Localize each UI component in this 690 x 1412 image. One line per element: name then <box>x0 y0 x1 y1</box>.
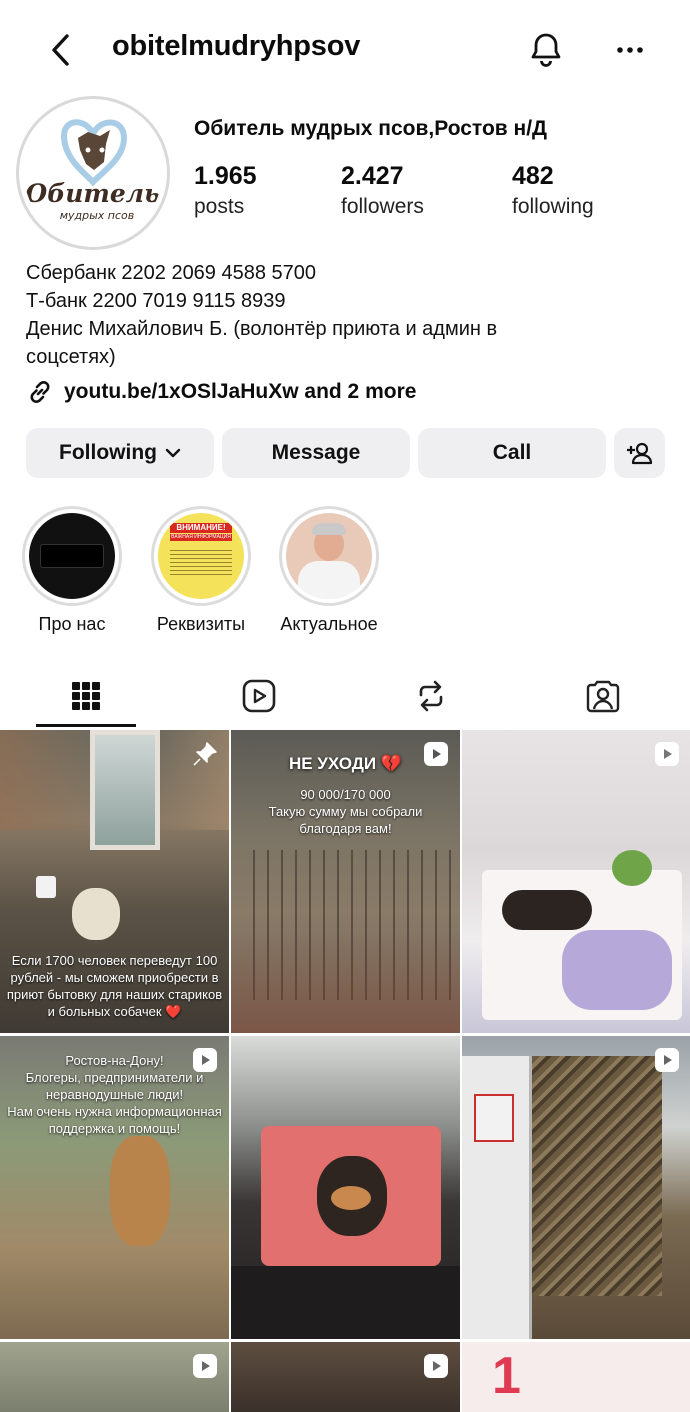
post-thumbnail[interactable]: НЕ УХОДИ 💔 90 000/170 000 Такую сумму мы… <box>231 730 460 1033</box>
tagged-person-icon <box>586 680 620 713</box>
call-button-label: Call <box>492 441 532 464</box>
highlight-label: Актуальное <box>280 614 378 634</box>
pin-icon <box>191 740 219 768</box>
stat-followers-value: 2.427 <box>341 162 404 190</box>
post-big-number: 1 <box>492 1347 521 1405</box>
reel-icon <box>422 1352 450 1380</box>
tab-reposts[interactable] <box>381 664 481 728</box>
highlight-ring: ВНИМАНИЕ! ВАЖНАЯ ИНФОРМАЦИЯ <box>151 506 251 606</box>
post-thumbnail[interactable]: Ростов-на-Дону! Блогеры, предприниматели… <box>0 1036 229 1339</box>
stat-followers[interactable]: 2.427 followers <box>341 162 424 219</box>
post-thumbnail[interactable] <box>0 1342 229 1412</box>
highlight-cover <box>29 513 115 599</box>
highlight-ring <box>22 506 122 606</box>
bio-link[interactable]: youtu.be/1xOSlJaHuXw and 2 more <box>26 378 416 406</box>
highlight-label: Про нас <box>38 614 106 634</box>
add-person-icon <box>626 442 652 465</box>
suggested-users-button[interactable] <box>614 428 665 478</box>
message-button-label: Message <box>271 441 361 464</box>
reel-icon <box>653 1046 681 1074</box>
link-icon <box>30 381 50 403</box>
post-caption: Ростов-на-Дону! Блогеры, предприниматели… <box>7 1053 222 1136</box>
shelter-logo: Обитель мудрых псов <box>24 104 162 242</box>
stat-posts-value: 1.965 <box>194 162 257 190</box>
bell-icon <box>531 33 561 67</box>
top-bar: obitelmudryhpsov <box>0 0 690 100</box>
repost-icon <box>419 680 443 712</box>
highlight-banner-sub: ВАЖНАЯ ИНФОРМАЦИЯ <box>170 534 232 541</box>
active-tab-indicator <box>36 724 136 727</box>
stat-following[interactable]: 482 following <box>512 162 594 219</box>
bio-line: Т-банк 2200 7019 9115 8939 <box>26 290 286 312</box>
following-button-label: Following <box>59 441 157 464</box>
highlight-banner: ВНИМАНИЕ! <box>170 523 232 533</box>
bio-line: Денис Михайлович Б. (волонтёр приюта и а… <box>26 318 498 340</box>
post-thumbnail[interactable] <box>231 1036 460 1339</box>
bio: Сбербанк 2202 2069 4588 5700 Т-банк 2200… <box>26 259 666 371</box>
post-thumbnail[interactable] <box>231 1342 460 1412</box>
reel-icon <box>653 740 681 768</box>
post-thumbnail[interactable]: Если 1700 человек переведут 100 рублей -… <box>0 730 229 1033</box>
bio-line: Сбербанк 2202 2069 4588 5700 <box>26 262 317 284</box>
more-options-button[interactable] <box>608 28 652 72</box>
post-thumbnail[interactable] <box>462 1036 690 1339</box>
stat-posts-label: posts <box>194 195 245 218</box>
more-horizontal-icon <box>617 47 643 53</box>
post-title: НЕ УХОДИ 💔 <box>288 754 403 773</box>
post-caption: 90 000/170 000 Такую сумму мы собрали бл… <box>268 787 423 836</box>
stat-following-value: 482 <box>512 162 554 190</box>
highlight-cover: ВНИМАНИЕ! ВАЖНАЯ ИНФОРМАЦИЯ <box>158 513 244 599</box>
post-thumbnail[interactable]: 1 <box>462 1342 690 1412</box>
chevron-left-icon <box>52 34 69 66</box>
highlight-label: Реквизиты <box>156 614 246 634</box>
stat-posts[interactable]: 1.965 posts <box>194 162 257 219</box>
chevron-down-icon <box>165 448 181 458</box>
highlight-about[interactable]: Про нас <box>7 506 137 635</box>
notifications-button[interactable] <box>524 28 568 72</box>
stat-followers-label: followers <box>341 195 424 218</box>
profile-username: obitelmudryhpsov <box>112 30 361 62</box>
tab-posts-grid[interactable] <box>36 664 136 728</box>
stat-following-label: following <box>512 195 594 218</box>
call-button[interactable]: Call <box>418 428 606 478</box>
avatar: Обитель мудрых псов <box>24 104 162 242</box>
bio-link-text: youtu.be/1xOSlJaHuXw and 2 more <box>64 380 417 403</box>
profile-tabs <box>0 664 690 730</box>
highlight-cover <box>286 513 372 599</box>
tab-tagged[interactable] <box>553 664 653 728</box>
message-button[interactable]: Message <box>222 428 410 478</box>
post-thumbnail[interactable] <box>462 730 690 1033</box>
display-name: Обитель мудрых псов,Ростов н/Д <box>194 117 547 140</box>
svg-text:мудрых псов: мудрых псов <box>60 209 135 222</box>
reels-icon <box>242 679 276 713</box>
highlight-requisites[interactable]: ВНИМАНИЕ! ВАЖНАЯ ИНФОРМАЦИЯ Реквизиты <box>136 506 266 635</box>
post-caption: Если 1700 человек переведут 100 рублей -… <box>6 953 223 1019</box>
grid-icon <box>72 682 100 710</box>
highlight-ring <box>279 506 379 606</box>
profile-avatar-ring[interactable]: Обитель мудрых псов <box>16 96 170 250</box>
reel-icon <box>191 1352 219 1380</box>
bio-line: соцсетях) <box>26 346 116 368</box>
following-button[interactable]: Following <box>26 428 214 478</box>
tab-reels[interactable] <box>209 664 309 728</box>
highlight-current[interactable]: Актуальное <box>264 506 394 635</box>
svg-text:Обитель: Обитель <box>25 179 160 208</box>
back-button[interactable] <box>40 28 80 72</box>
